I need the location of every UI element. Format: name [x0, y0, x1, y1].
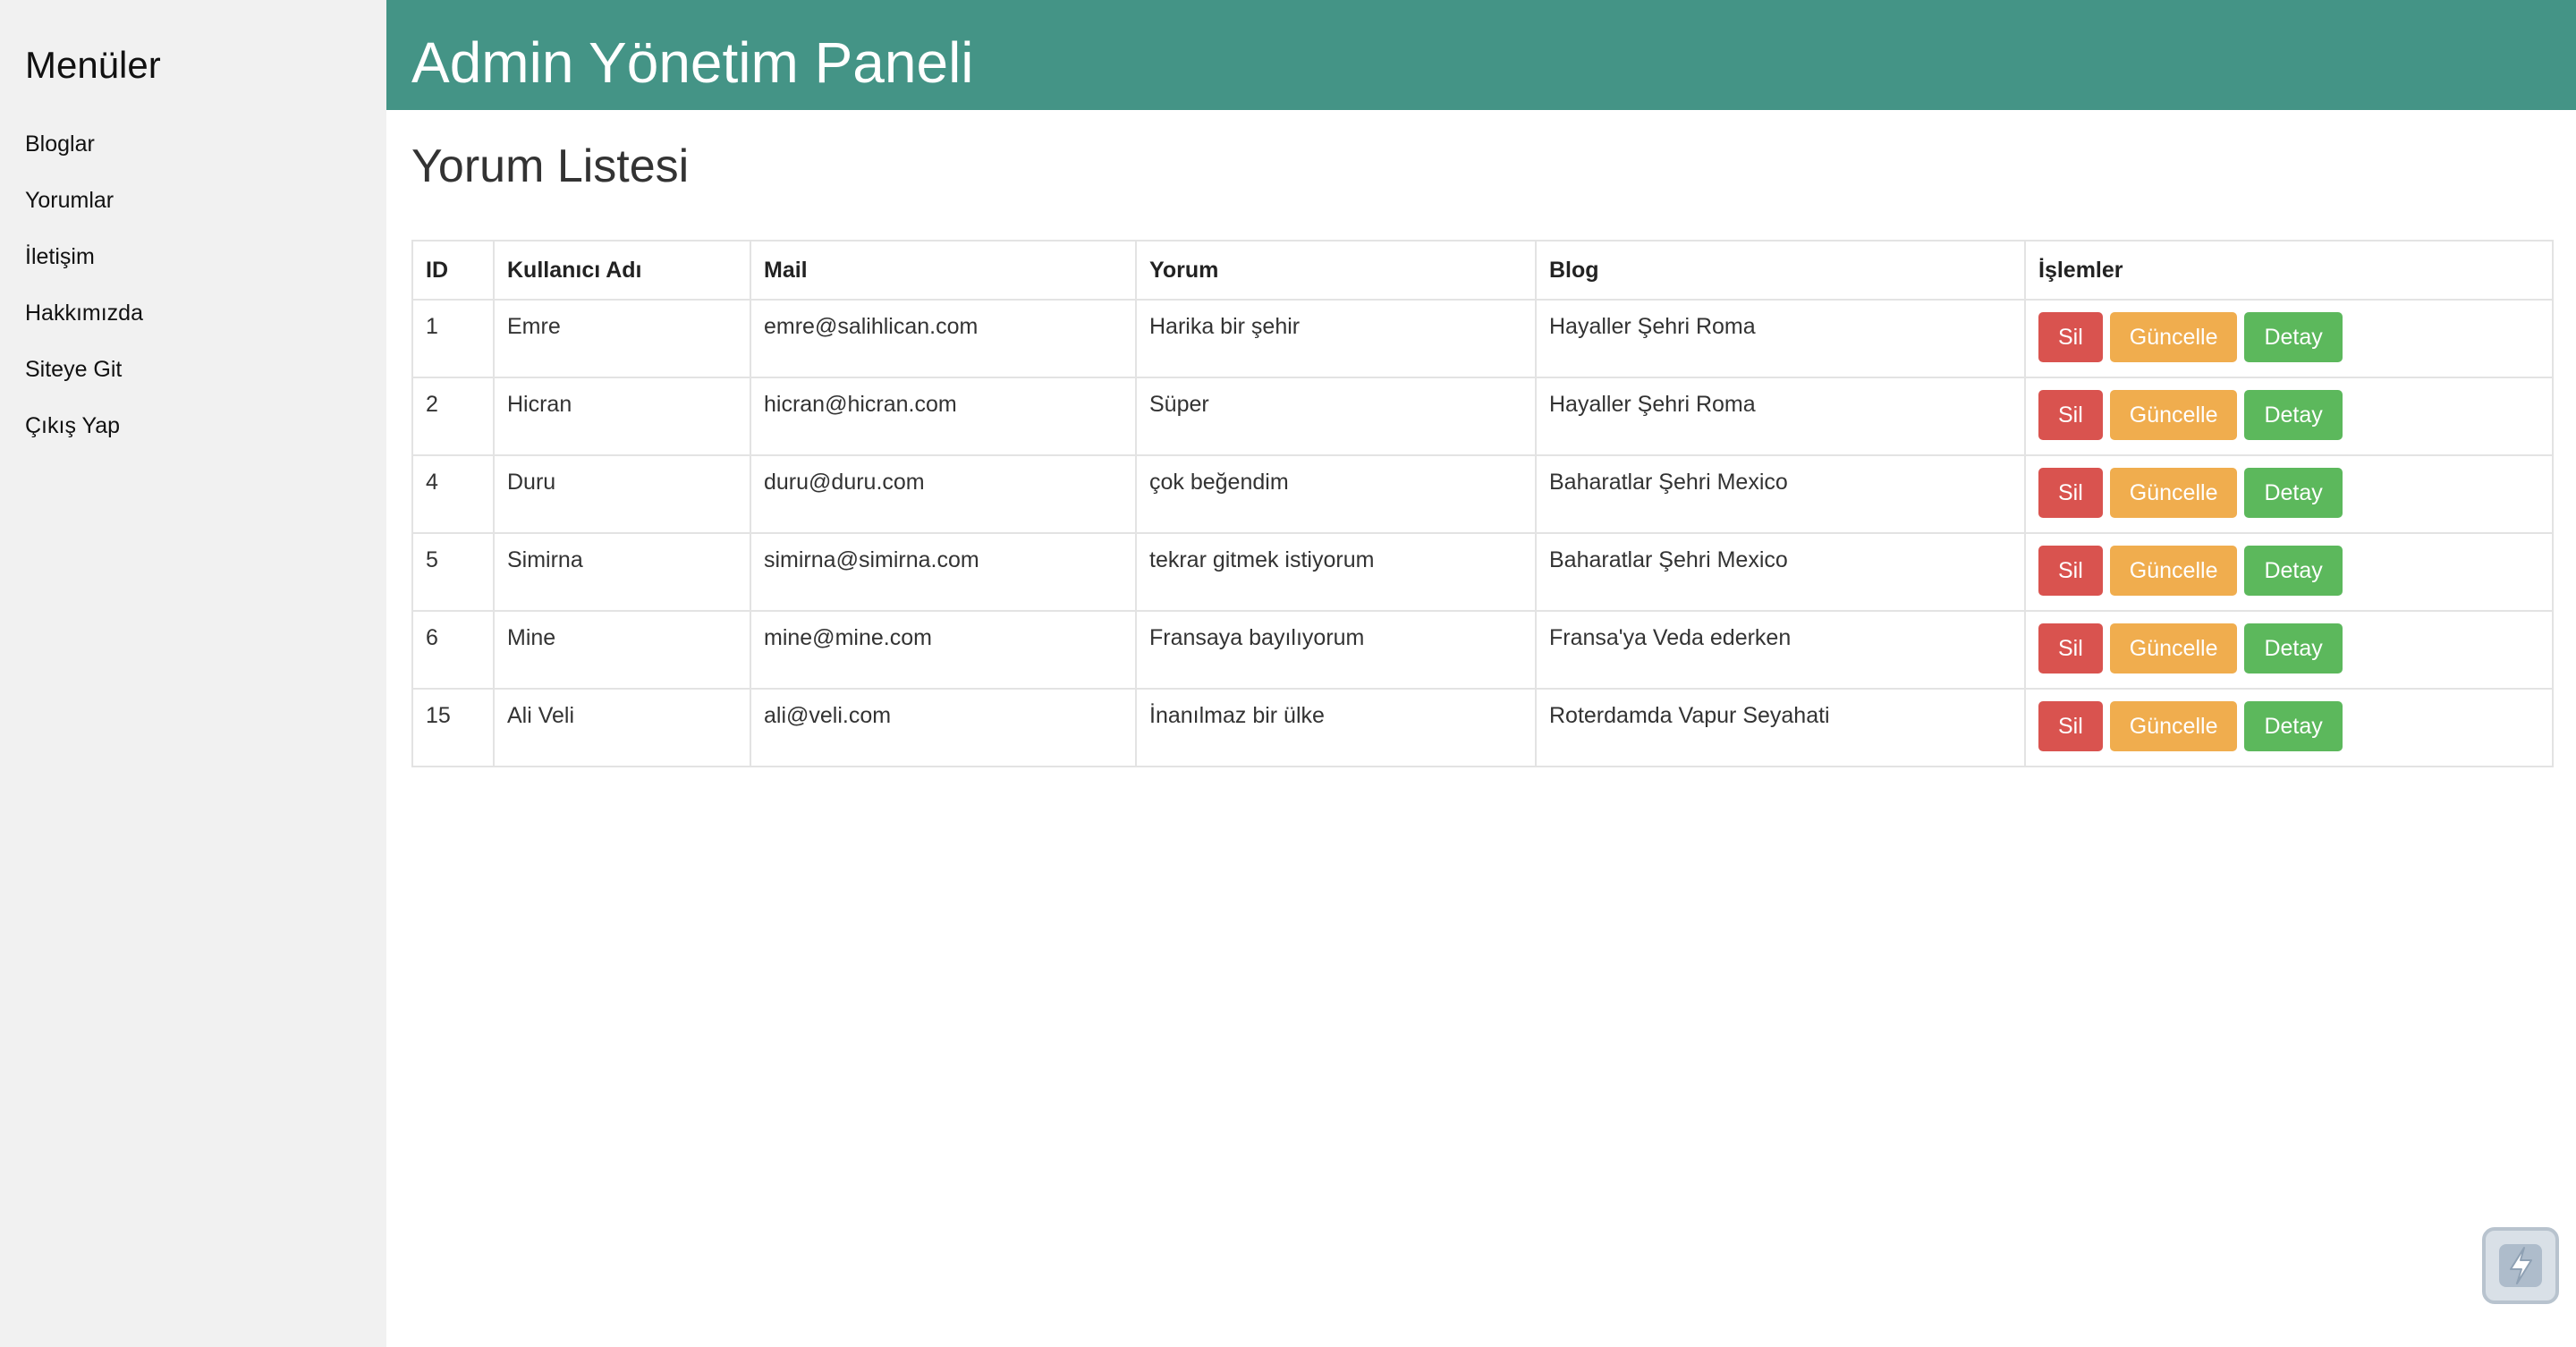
delete-button[interactable]: Sil: [2038, 312, 2103, 362]
row-actions: Sil Güncelle Detay: [2038, 390, 2539, 440]
cell-comment: Fransaya bayılıyorum: [1135, 610, 1537, 690]
delete-button[interactable]: Sil: [2038, 701, 2103, 751]
update-button[interactable]: Güncelle: [2109, 701, 2238, 751]
table-row: 6 Mine mine@mine.com Fransaya bayılıyoru…: [411, 610, 2554, 690]
cell-id: 5: [411, 532, 495, 612]
table-header-row: ID Kullanıcı Adı Mail Yorum Blog İşlemle…: [411, 240, 2554, 301]
cell-mail: mine@mine.com: [750, 610, 1137, 690]
sidebar-item-cikis-yap[interactable]: Çıkış Yap: [0, 398, 386, 454]
column-header-blog: Blog: [1535, 240, 2026, 301]
detail-button[interactable]: Detay: [2244, 546, 2343, 596]
cell-id: 2: [411, 377, 495, 456]
cell-actions: Sil Güncelle Detay: [2024, 532, 2554, 612]
update-button[interactable]: Güncelle: [2109, 390, 2238, 440]
update-button[interactable]: Güncelle: [2109, 312, 2238, 362]
cell-comment: çok beğendim: [1135, 454, 1537, 534]
cell-username: Duru: [493, 454, 751, 534]
header-title: Admin Yönetim Paneli: [411, 30, 974, 95]
cell-mail: emre@salihlican.com: [750, 299, 1137, 378]
detail-button[interactable]: Detay: [2244, 468, 2343, 518]
cell-actions: Sil Güncelle Detay: [2024, 688, 2554, 767]
cell-mail: hicran@hicran.com: [750, 377, 1137, 456]
table-row: 5 Simirna simirna@simirna.com tekrar git…: [411, 532, 2554, 612]
cell-comment: Harika bir şehir: [1135, 299, 1537, 378]
cell-actions: Sil Güncelle Detay: [2024, 377, 2554, 456]
detail-button[interactable]: Detay: [2244, 623, 2343, 674]
sidebar-item-iletisim[interactable]: İletişim: [0, 229, 386, 285]
row-actions: Sil Güncelle Detay: [2038, 468, 2539, 518]
cell-username: Ali Veli: [493, 688, 751, 767]
cell-blog: Roterdamda Vapur Seyahati: [1535, 688, 2026, 767]
floating-widget-button[interactable]: [2482, 1227, 2559, 1304]
comments-table-header: ID Kullanıcı Adı Mail Yorum Blog İşlemle…: [411, 240, 2554, 301]
cell-mail: duru@duru.com: [750, 454, 1137, 534]
lightning-bolt-icon: [2499, 1244, 2542, 1287]
column-header-id: ID: [411, 240, 495, 301]
cell-blog: Baharatlar Şehri Mexico: [1535, 532, 2026, 612]
cell-username: Emre: [493, 299, 751, 378]
cell-blog: Hayaller Şehri Roma: [1535, 377, 2026, 456]
delete-button[interactable]: Sil: [2038, 546, 2103, 596]
delete-button[interactable]: Sil: [2038, 390, 2103, 440]
row-actions: Sil Güncelle Detay: [2038, 546, 2539, 596]
cell-mail: simirna@simirna.com: [750, 532, 1137, 612]
cell-username: Simirna: [493, 532, 751, 612]
cell-blog: Baharatlar Şehri Mexico: [1535, 454, 2026, 534]
cell-comment: İnanılmaz bir ülke: [1135, 688, 1537, 767]
delete-button[interactable]: Sil: [2038, 468, 2103, 518]
update-button[interactable]: Güncelle: [2109, 546, 2238, 596]
comments-table-wrapper: ID Kullanıcı Adı Mail Yorum Blog İşlemle…: [411, 240, 2554, 767]
detail-button[interactable]: Detay: [2244, 312, 2343, 362]
sidebar: Menüler Bloglar Yorumlar İletişim Hakkım…: [0, 0, 386, 1347]
cell-blog: Fransa'ya Veda ederken: [1535, 610, 2026, 690]
row-actions: Sil Güncelle Detay: [2038, 623, 2539, 674]
table-row: 2 Hicran hicran@hicran.com Süper Hayalle…: [411, 377, 2554, 456]
page-title: Yorum Listesi: [411, 140, 690, 192]
comments-table-body: 1 Emre emre@salihlican.com Harika bir şe…: [411, 299, 2554, 767]
cell-actions: Sil Güncelle Detay: [2024, 454, 2554, 534]
cell-id: 4: [411, 454, 495, 534]
column-header-comment: Yorum: [1135, 240, 1537, 301]
column-header-username: Kullanıcı Adı: [493, 240, 751, 301]
cell-id: 15: [411, 688, 495, 767]
row-actions: Sil Güncelle Detay: [2038, 701, 2539, 751]
sidebar-item-yorumlar[interactable]: Yorumlar: [0, 173, 386, 229]
sidebar-item-hakkimizda[interactable]: Hakkımızda: [0, 285, 386, 342]
column-header-mail: Mail: [750, 240, 1137, 301]
cell-blog: Hayaller Şehri Roma: [1535, 299, 2026, 378]
table-row: 15 Ali Veli ali@veli.com İnanılmaz bir ü…: [411, 688, 2554, 767]
cell-username: Mine: [493, 610, 751, 690]
sidebar-title: Menüler: [25, 44, 161, 86]
table-row: 1 Emre emre@salihlican.com Harika bir şe…: [411, 299, 2554, 378]
cell-comment: Süper: [1135, 377, 1537, 456]
cell-actions: Sil Güncelle Detay: [2024, 610, 2554, 690]
cell-actions: Sil Güncelle Detay: [2024, 299, 2554, 378]
row-actions: Sil Güncelle Detay: [2038, 312, 2539, 362]
detail-button[interactable]: Detay: [2244, 390, 2343, 440]
update-button[interactable]: Güncelle: [2109, 468, 2238, 518]
cell-comment: tekrar gitmek istiyorum: [1135, 532, 1537, 612]
sidebar-item-siteye-git[interactable]: Siteye Git: [0, 342, 386, 398]
delete-button[interactable]: Sil: [2038, 623, 2103, 674]
admin-header: Admin Yönetim Paneli: [386, 0, 2576, 110]
cell-id: 6: [411, 610, 495, 690]
cell-mail: ali@veli.com: [750, 688, 1137, 767]
cell-id: 1: [411, 299, 495, 378]
column-header-actions: İşlemler: [2024, 240, 2554, 301]
sidebar-item-bloglar[interactable]: Bloglar: [0, 116, 386, 173]
detail-button[interactable]: Detay: [2244, 701, 2343, 751]
update-button[interactable]: Güncelle: [2109, 623, 2238, 674]
cell-username: Hicran: [493, 377, 751, 456]
table-row: 4 Duru duru@duru.com çok beğendim Bahara…: [411, 454, 2554, 534]
comments-table: ID Kullanıcı Adı Mail Yorum Blog İşlemle…: [411, 240, 2554, 767]
sidebar-menu: Bloglar Yorumlar İletişim Hakkımızda Sit…: [0, 116, 386, 454]
